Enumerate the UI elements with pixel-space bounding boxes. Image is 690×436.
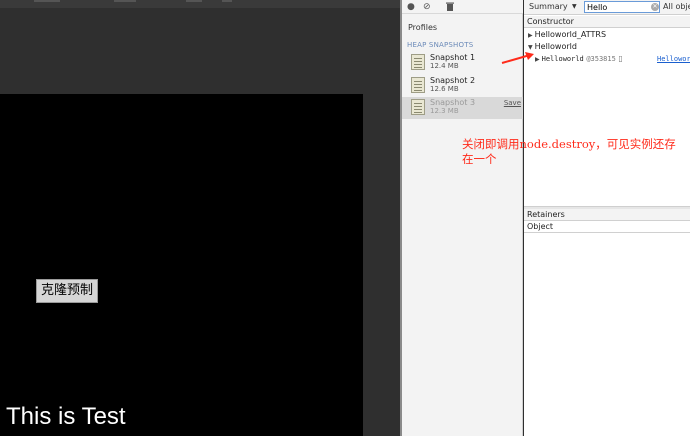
profiles-title: Profiles bbox=[408, 23, 438, 32]
instance-name: Helloworld bbox=[541, 55, 584, 63]
save-snapshot-link[interactable]: Save bbox=[504, 99, 521, 107]
snapshot-icon bbox=[411, 99, 425, 115]
heap-snapshots-title: HEAP SNAPSHOTS bbox=[407, 41, 474, 49]
game-canvas[interactable]: 克隆预制 This is Test bbox=[0, 94, 363, 436]
game-preview-area: 克隆预制 This is Test bbox=[0, 0, 400, 436]
top-strip bbox=[0, 0, 400, 8]
profiles-toolbar: ● ⊘ bbox=[402, 0, 523, 14]
object-filter-select[interactable]: All objects bbox=[663, 2, 690, 11]
clear-search-icon[interactable]: ✕ bbox=[651, 3, 659, 11]
annotation-text: 关闭即调用node.destroy，可见实例还存在一个 bbox=[462, 137, 676, 166]
constructor-name: Helloworld_ATTRS bbox=[534, 30, 607, 39]
constructor-name: Helloworld bbox=[534, 42, 577, 51]
clear-icon[interactable]: ⊘ bbox=[423, 2, 431, 12]
retainers-header: Retainers bbox=[524, 209, 690, 221]
constructor-column-header[interactable]: Constructor bbox=[524, 16, 690, 28]
tree-row[interactable]: ▶ Helloworld_ATTRS bbox=[528, 30, 606, 41]
record-icon[interactable]: ● bbox=[407, 2, 415, 12]
annotation-arrow-icon bbox=[501, 52, 534, 64]
clone-prefab-button[interactable]: 克隆预制 bbox=[36, 279, 98, 303]
source-link[interactable]: Helloworld bbox=[657, 55, 690, 63]
heap-snapshot-view: Summary ▼ ✕ All objects Constructor ▶Hel… bbox=[524, 0, 690, 436]
snapshot-size: 12.3 MB bbox=[430, 107, 459, 115]
snapshot-item-2[interactable]: Snapshot 2 12.6 MB bbox=[402, 75, 523, 97]
class-filter-input[interactable] bbox=[584, 1, 660, 13]
trash-icon[interactable] bbox=[446, 2, 454, 14]
snapshot-icon bbox=[411, 54, 425, 70]
chevron-down-icon[interactable]: ▼ bbox=[572, 3, 577, 10]
tree-row[interactable]: ▶ Helloworld @353815 ▯ bbox=[535, 54, 623, 65]
snapshot-icon bbox=[411, 77, 425, 93]
object-column-header[interactable]: Object bbox=[524, 221, 690, 233]
heap-toolbar: Summary ▼ ✕ All objects bbox=[524, 0, 690, 15]
snapshot-size: 12.6 MB bbox=[430, 85, 459, 93]
test-label: This is Test bbox=[6, 403, 126, 430]
snapshot-size: 12.4 MB bbox=[430, 62, 459, 70]
snapshot-item-3[interactable]: Snapshot 3 12.3 MB Save bbox=[402, 97, 523, 119]
expand-arrow-icon[interactable]: ▶ bbox=[528, 32, 533, 39]
view-mode-select[interactable]: Summary bbox=[529, 2, 568, 11]
instance-id: @353815 bbox=[586, 55, 616, 63]
detached-marker-icon: ▯ bbox=[618, 54, 623, 63]
